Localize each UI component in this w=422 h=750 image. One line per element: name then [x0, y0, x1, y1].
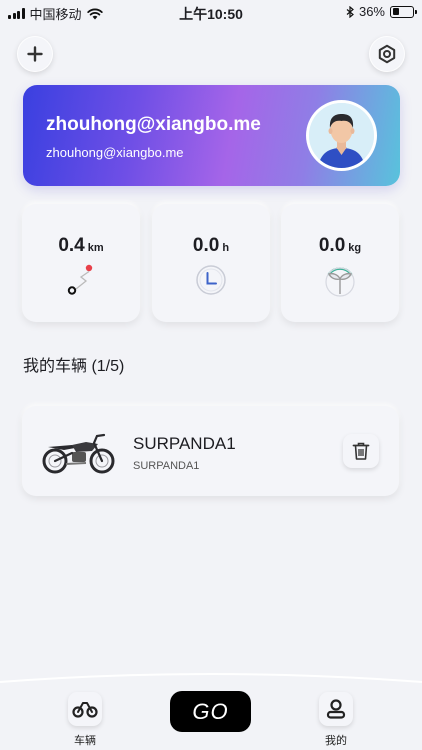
nav-vehicles-label: 车辆 — [74, 735, 96, 747]
nav-mine-label: 我的 — [325, 735, 347, 747]
stat-card-carbon: 0.0 kg — [281, 204, 399, 322]
clock-icon — [196, 265, 226, 295]
stat-distance-value: 0.4 — [58, 235, 85, 256]
go-button[interactable]: GO — [170, 691, 251, 732]
vehicles-section-title: 我的车辆 (1/5) — [23, 358, 125, 375]
nav-divider — [0, 673, 422, 683]
bike-icon — [72, 702, 98, 718]
settings-button[interactable] — [369, 36, 405, 72]
stat-card-duration: 0.0 h — [152, 204, 270, 322]
vehicle-name: SURPANDA1 — [133, 434, 236, 453]
stat-duration-value: 0.0 — [192, 235, 220, 256]
nav-mine[interactable]: 我的 — [311, 692, 361, 748]
stat-distance-unit: km — [87, 242, 104, 254]
motorcycle-icon — [42, 433, 115, 474]
bottom-nav: 车辆 GO 我的 — [0, 672, 422, 750]
profile-card[interactable]: zhouhong@xiangbo.me zhouhong@xiangbo.me — [23, 85, 400, 186]
status-right: 36% — [346, 4, 417, 19]
user-icon — [326, 699, 346, 719]
bluetooth-icon — [346, 5, 354, 18]
stat-duration-unit: h — [222, 242, 230, 254]
hexagon-nut-icon — [378, 44, 396, 64]
avatar[interactable] — [306, 100, 377, 171]
leaf-gauge-icon — [325, 267, 355, 297]
stat-carbon-unit: kg — [348, 242, 362, 254]
vehicle-card[interactable]: SURPANDA1 SURPANDA1 — [22, 406, 399, 496]
profile-email: zhouhong@xiangbo.me — [46, 145, 184, 160]
delete-vehicle-button[interactable] — [343, 434, 379, 468]
user-avatar-icon — [309, 103, 374, 168]
battery-percent: 36% — [358, 4, 385, 19]
stat-carbon-value: 0.0 — [318, 235, 346, 256]
vehicle-model: SURPANDA1 — [133, 460, 200, 472]
plus-icon — [27, 46, 43, 62]
battery-fill — [392, 8, 400, 15]
profile-name: zhouhong@xiangbo.me — [46, 114, 261, 135]
status-bar: 中国移动 上午10:50 36% — [0, 0, 422, 24]
nav-vehicles[interactable]: 车辆 — [60, 692, 110, 748]
trash-icon — [352, 442, 370, 460]
route-icon — [67, 264, 93, 295]
add-button[interactable] — [17, 36, 53, 72]
stat-card-distance: 0.4 km — [22, 204, 140, 322]
battery-icon — [390, 5, 417, 18]
